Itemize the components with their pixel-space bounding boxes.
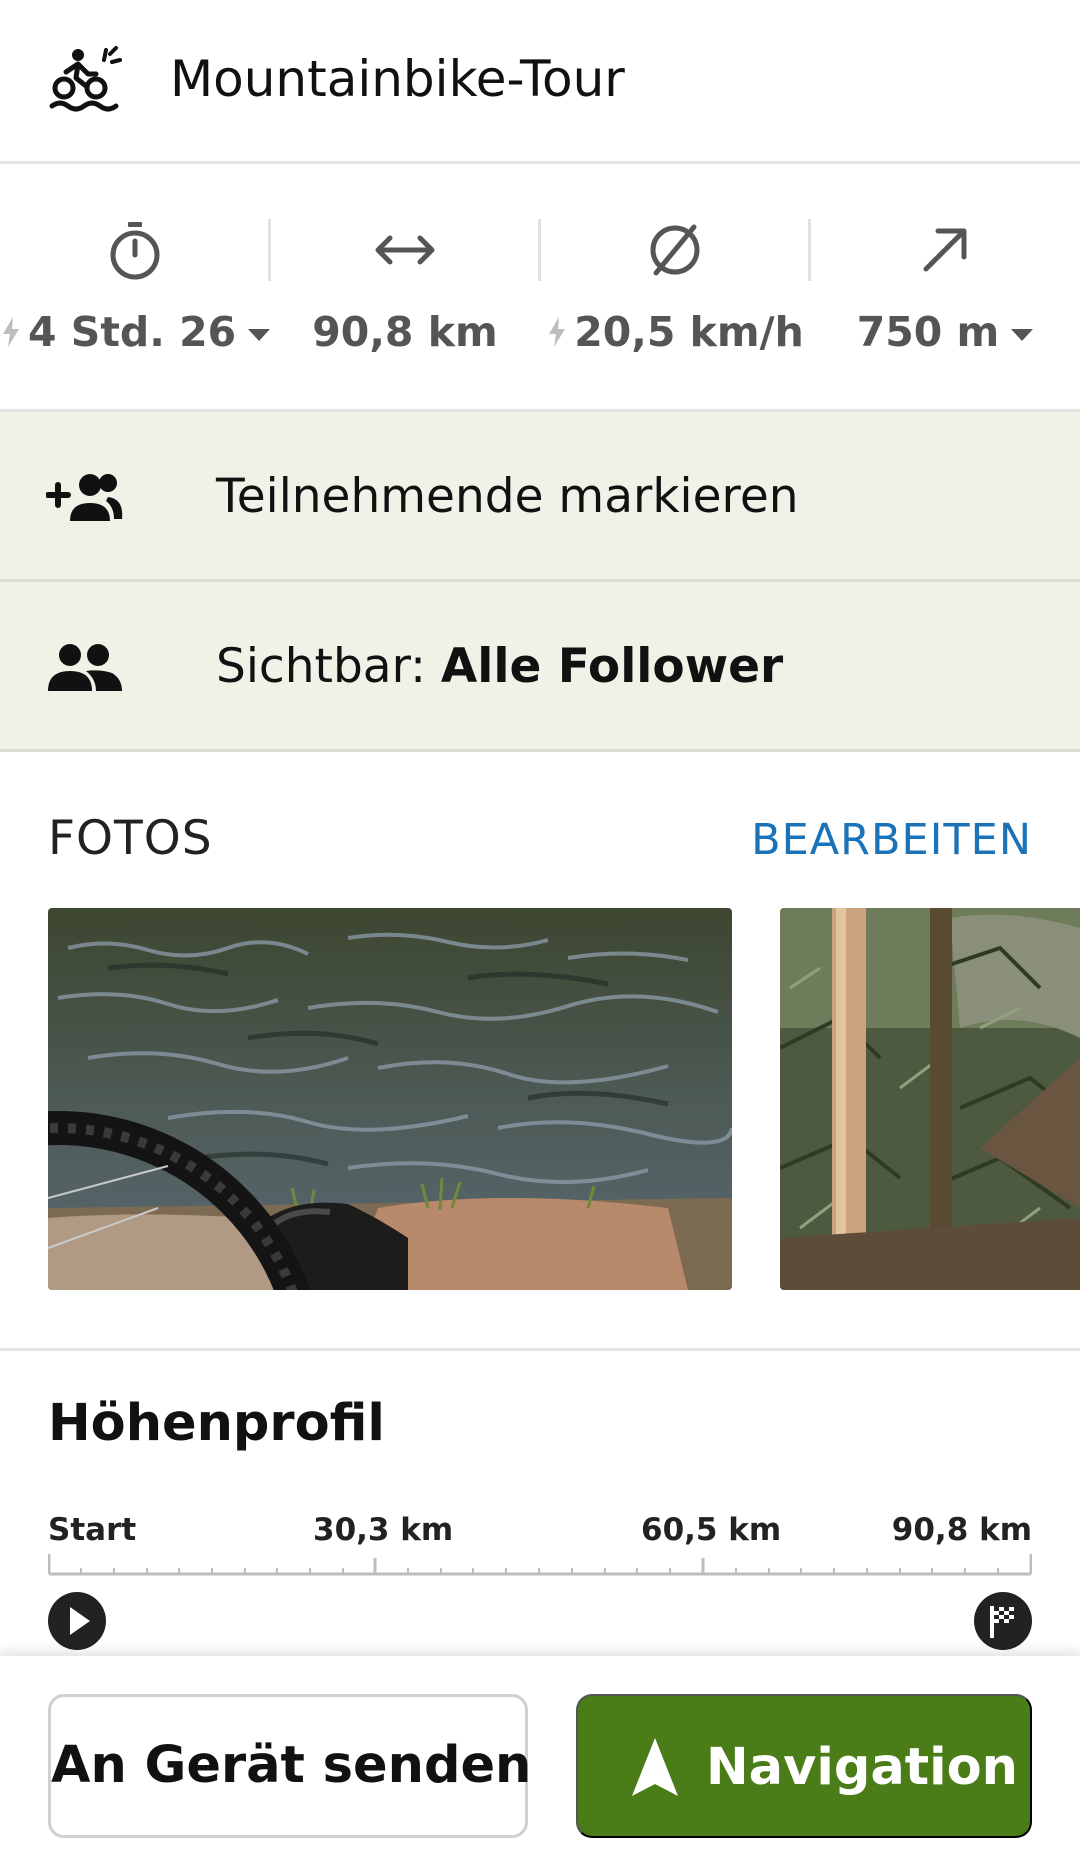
stats-summary: 4 Std. 26 90,8 km 20,5 km/h 750 m <box>0 167 1080 412</box>
distance-axis-ruler <box>48 1554 1032 1576</box>
lightning-icon <box>3 317 19 347</box>
finish-marker <box>974 1592 1032 1650</box>
start-marker <box>48 1592 106 1650</box>
navigation-button[interactable]: Navigation <box>576 1694 1032 1838</box>
people-icon <box>48 644 122 691</box>
distance-arrows-icon <box>375 235 435 265</box>
dropdown-caret-icon <box>1011 329 1034 341</box>
visibility-prefix: Sichtbar: <box>216 639 426 694</box>
axis-label-30km: 30,3 km <box>313 1512 454 1548</box>
send-to-device-button[interactable]: An Gerät senden <box>48 1694 531 1838</box>
average-icon <box>650 224 700 276</box>
mountainbike-icon <box>49 46 122 112</box>
navigation-button-label: Navigation <box>706 1738 1018 1797</box>
visibility-label: Sichtbar: Alle Follower <box>216 637 783 697</box>
elevation-stat[interactable]: 750 m <box>810 167 1080 412</box>
bottom-action-bar: An Gerät senden Navigation <box>0 1656 1080 1865</box>
distance-stat: 90,8 km <box>270 167 540 412</box>
elevation-value: 750 m <box>856 308 1000 356</box>
elevation-profile-title: Höhenprofil <box>48 1394 385 1453</box>
average-speed-stat: 20,5 km/h <box>540 167 810 412</box>
tag-participants-row[interactable]: Teilnehmende markieren <box>0 412 1080 582</box>
duration-value-row: 4 Std. 26 <box>0 305 271 359</box>
photos-edit-link[interactable]: BEARBEITEN <box>751 813 1032 867</box>
axis-label-end: 90,8 km <box>891 1512 1032 1548</box>
sport-type-row[interactable]: Mountainbike-Tour <box>0 0 1080 164</box>
average-speed-value: 20,5 km/h <box>574 308 804 356</box>
photo-lake-image <box>48 908 732 1290</box>
visibility-value: Alle Follower <box>440 639 784 694</box>
axis-label-start: Start <box>48 1512 137 1548</box>
photo-thumbnail[interactable] <box>48 908 732 1290</box>
photo-thumbnail[interactable] <box>780 908 1080 1290</box>
visibility-row[interactable]: Sichtbar: Alle Follower <box>0 582 1080 752</box>
navigation-arrow-icon <box>632 1738 678 1796</box>
duration-value: 4 Std. 26 <box>28 308 237 356</box>
dropdown-caret-icon <box>248 329 271 341</box>
lightning-icon <box>549 317 566 347</box>
distance-value: 90,8 km <box>312 308 498 356</box>
section-divider <box>0 1348 1080 1351</box>
elevation-value-row: 750 m <box>810 305 1080 359</box>
average-speed-value-row: 20,5 km/h <box>540 305 810 359</box>
photo-forest-image <box>780 908 1080 1290</box>
uphill-arrow-icon <box>923 228 967 272</box>
finish-flag-icon <box>990 1606 1014 1638</box>
photos-section-title: FOTOS <box>48 811 213 866</box>
axis-label-60km: 60,5 km <box>641 1512 782 1548</box>
add-person-icon <box>46 474 123 521</box>
tag-participants-label: Teilnehmende markieren <box>216 469 799 524</box>
stopwatch-icon <box>110 222 160 280</box>
play-icon <box>70 1607 90 1635</box>
duration-stat[interactable]: 4 Std. 26 <box>0 167 271 412</box>
sport-type-label: Mountainbike-Tour <box>170 50 625 108</box>
